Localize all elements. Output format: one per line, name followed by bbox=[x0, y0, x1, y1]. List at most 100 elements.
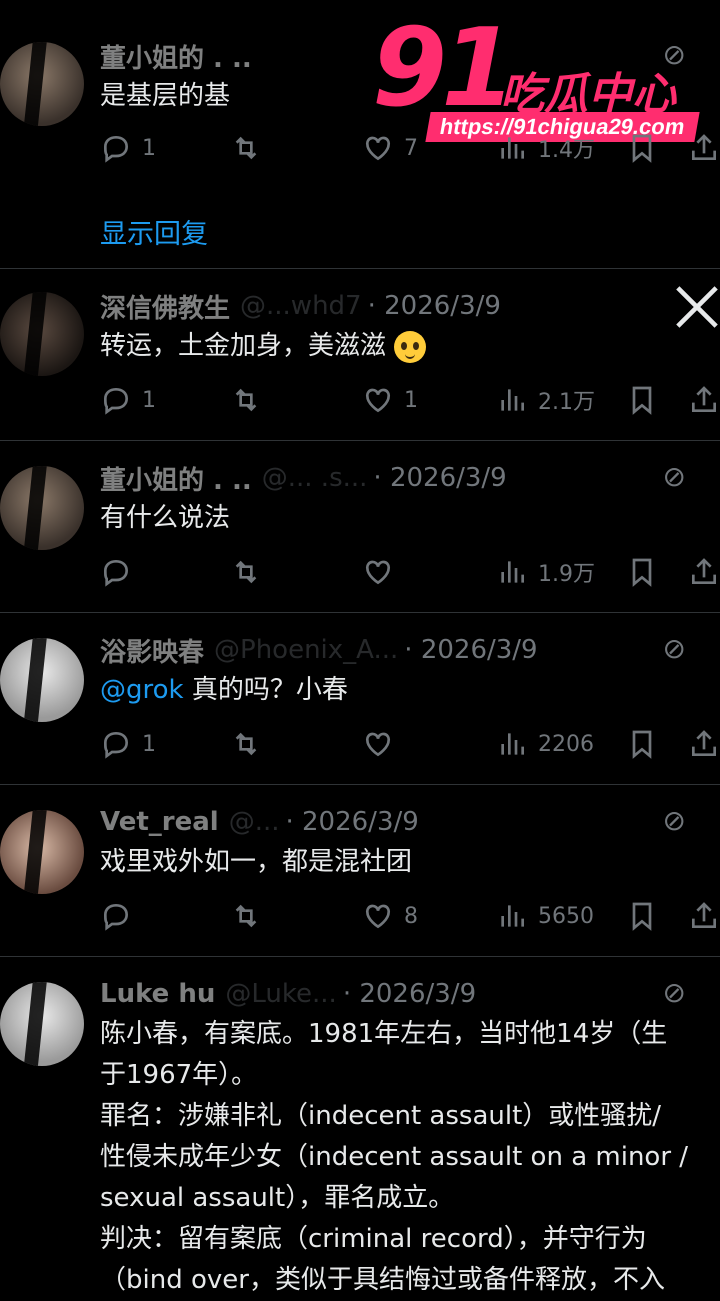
like-button[interactable]: 7 bbox=[362, 128, 418, 168]
like-button[interactable] bbox=[362, 724, 394, 764]
retweet-icon bbox=[235, 136, 257, 160]
avatar[interactable] bbox=[0, 982, 84, 1066]
grok-icon[interactable]: ⊘ bbox=[663, 38, 686, 71]
reply-button[interactable]: 1 bbox=[100, 380, 156, 420]
tweet-line: 判决：留有案底（criminal record），并守行为 bbox=[100, 1224, 647, 1254]
reply-tweet[interactable]: 董小姐的 . .. 是基层的基 1 7 1.4万 显示回复 bbox=[0, 0, 720, 269]
views-button[interactable]: 1.9万 bbox=[496, 552, 595, 592]
action-bar: 1.9万 bbox=[100, 552, 720, 592]
action-bar: 1 7 1.4万 bbox=[100, 128, 720, 168]
user-handle: @...whd7 bbox=[240, 291, 362, 321]
bookmark-icon bbox=[632, 730, 652, 759]
grok-icon[interactable]: ⊘ bbox=[663, 976, 686, 1009]
tweet-line: 于1967年）。 bbox=[100, 1060, 258, 1090]
views-count: 1.9万 bbox=[538, 562, 595, 587]
tweet-line: sexual assault），罪名成立。 bbox=[100, 1183, 455, 1213]
tweet-header: 董小姐的 . .. bbox=[100, 38, 660, 74]
reply-icon bbox=[103, 731, 129, 759]
bookmark-icon bbox=[632, 902, 652, 931]
show-replies-link[interactable]: 显示回复 bbox=[100, 212, 208, 251]
display-name[interactable]: 浴影映春 bbox=[100, 632, 204, 668]
avatar[interactable] bbox=[0, 466, 84, 550]
bookmark-button[interactable] bbox=[626, 128, 658, 168]
user-handle: @Luke... bbox=[225, 979, 337, 1009]
views-button[interactable]: 5650 bbox=[496, 896, 594, 936]
display-name[interactable]: Vet_real bbox=[100, 807, 219, 837]
views-button[interactable]: 1.4万 bbox=[496, 128, 595, 168]
grok-mention-link[interactable]: @grok bbox=[100, 675, 184, 705]
heart-icon bbox=[365, 560, 391, 585]
share-button[interactable] bbox=[688, 724, 720, 764]
action-bar: 1 1 2.1万 bbox=[100, 380, 720, 420]
display-name[interactable]: 董小姐的 . .. bbox=[100, 460, 252, 496]
bookmark-icon bbox=[632, 134, 652, 163]
views-count: 2.1万 bbox=[538, 390, 595, 415]
display-name[interactable]: Luke hu bbox=[100, 979, 215, 1009]
reply-icon bbox=[103, 903, 129, 931]
action-bar: 8 5650 bbox=[100, 896, 720, 936]
tweet-header: Luke hu @Luke... · 2026/3/9 bbox=[100, 976, 660, 1012]
grok-icon[interactable]: ⊘ bbox=[663, 460, 686, 493]
retweet-icon bbox=[235, 904, 257, 928]
reply-tweet[interactable]: 浴影映春 @Phoenix_A... · 2026/3/9 @grok 真的吗？… bbox=[0, 612, 720, 785]
reply-button[interactable] bbox=[100, 552, 132, 592]
retweet-button[interactable] bbox=[230, 128, 262, 168]
retweet-button[interactable] bbox=[230, 552, 262, 592]
like-button[interactable] bbox=[362, 552, 394, 592]
share-button[interactable] bbox=[688, 552, 720, 592]
reply-button[interactable]: 1 bbox=[100, 128, 156, 168]
retweet-button[interactable] bbox=[230, 724, 262, 764]
reply-button[interactable]: 1 bbox=[100, 724, 156, 764]
reply-count: 1 bbox=[142, 387, 156, 413]
views-icon bbox=[501, 137, 524, 159]
display-name[interactable]: 深信佛教生 bbox=[100, 288, 230, 324]
tweet-line: （bind over，类似于具结悔过或备件释放，不入 bbox=[100, 1265, 665, 1295]
tweet-text: 戏里戏外如一，都是混社团 bbox=[100, 847, 413, 877]
retweet-button[interactable] bbox=[230, 896, 262, 936]
bookmark-button[interactable] bbox=[626, 552, 658, 592]
views-button[interactable]: 2206 bbox=[496, 724, 594, 764]
tweet-line: 罪名：涉嫌非礼（indecent assault）或性骚扰/ bbox=[100, 1101, 662, 1131]
reply-button[interactable] bbox=[100, 896, 132, 936]
tweet-text: 陈小春，有案底。1981年左右，当时他14岁（生 于1967年）。 罪名：涉嫌非… bbox=[100, 1014, 710, 1301]
reply-tweet[interactable]: Luke hu @Luke... · 2026/3/9 陈小春，有案底。1981… bbox=[0, 956, 720, 1295]
reply-icon bbox=[103, 559, 129, 587]
grok-icon[interactable]: ⊘ bbox=[663, 804, 686, 837]
tweet-header: 董小姐的 . .. @... .s... · 2026/3/9 bbox=[100, 460, 660, 496]
bookmark-button[interactable] bbox=[626, 896, 658, 936]
heart-icon bbox=[365, 388, 391, 413]
tweet-header: 浴影映春 @Phoenix_A... · 2026/3/9 bbox=[100, 632, 660, 668]
display-name[interactable]: 董小姐的 . .. bbox=[100, 38, 252, 74]
avatar[interactable] bbox=[0, 638, 84, 722]
user-handle: @... bbox=[228, 807, 280, 837]
share-button[interactable] bbox=[688, 896, 720, 936]
like-button[interactable]: 8 bbox=[362, 896, 418, 936]
tweet-text: @grok 真的吗？小春 bbox=[100, 670, 710, 711]
like-button[interactable]: 1 bbox=[362, 380, 418, 420]
bookmark-button[interactable] bbox=[626, 724, 658, 764]
post-date: · 2026/3/9 bbox=[285, 807, 419, 837]
avatar[interactable] bbox=[0, 292, 84, 376]
post-date: · 2026/3/9 bbox=[404, 635, 538, 665]
avatar[interactable] bbox=[0, 810, 84, 894]
grok-icon[interactable]: ⊘ bbox=[663, 632, 686, 665]
tweet-text-content: 真的吗？小春 bbox=[183, 675, 348, 705]
views-button[interactable]: 2.1万 bbox=[496, 380, 595, 420]
avatar[interactable] bbox=[0, 42, 84, 126]
post-date: · 2026/3/9 bbox=[367, 291, 501, 321]
reply-tweet[interactable]: 深信佛教生 @...whd7 · 2026/3/9 转运，土金加身，美滋滋 1 … bbox=[0, 268, 720, 441]
heart-icon bbox=[365, 136, 391, 161]
share-button[interactable] bbox=[688, 380, 720, 420]
retweet-button[interactable] bbox=[230, 380, 262, 420]
views-icon bbox=[501, 561, 524, 583]
reply-tweet[interactable]: Vet_real @... · 2026/3/9 戏里戏外如一，都是混社团 8 … bbox=[0, 784, 720, 957]
bookmark-button[interactable] bbox=[626, 380, 658, 420]
tweet-text: 是基层的基 bbox=[100, 81, 231, 111]
reply-tweet[interactable]: 董小姐的 . .. @... .s... · 2026/3/9 ⊘ 有什么说法 … bbox=[0, 440, 720, 613]
share-icon bbox=[692, 730, 716, 756]
share-button[interactable] bbox=[688, 128, 720, 168]
retweet-icon bbox=[235, 732, 257, 756]
share-icon bbox=[692, 386, 716, 412]
views-count: 5650 bbox=[538, 903, 594, 929]
heart-icon bbox=[365, 904, 391, 929]
